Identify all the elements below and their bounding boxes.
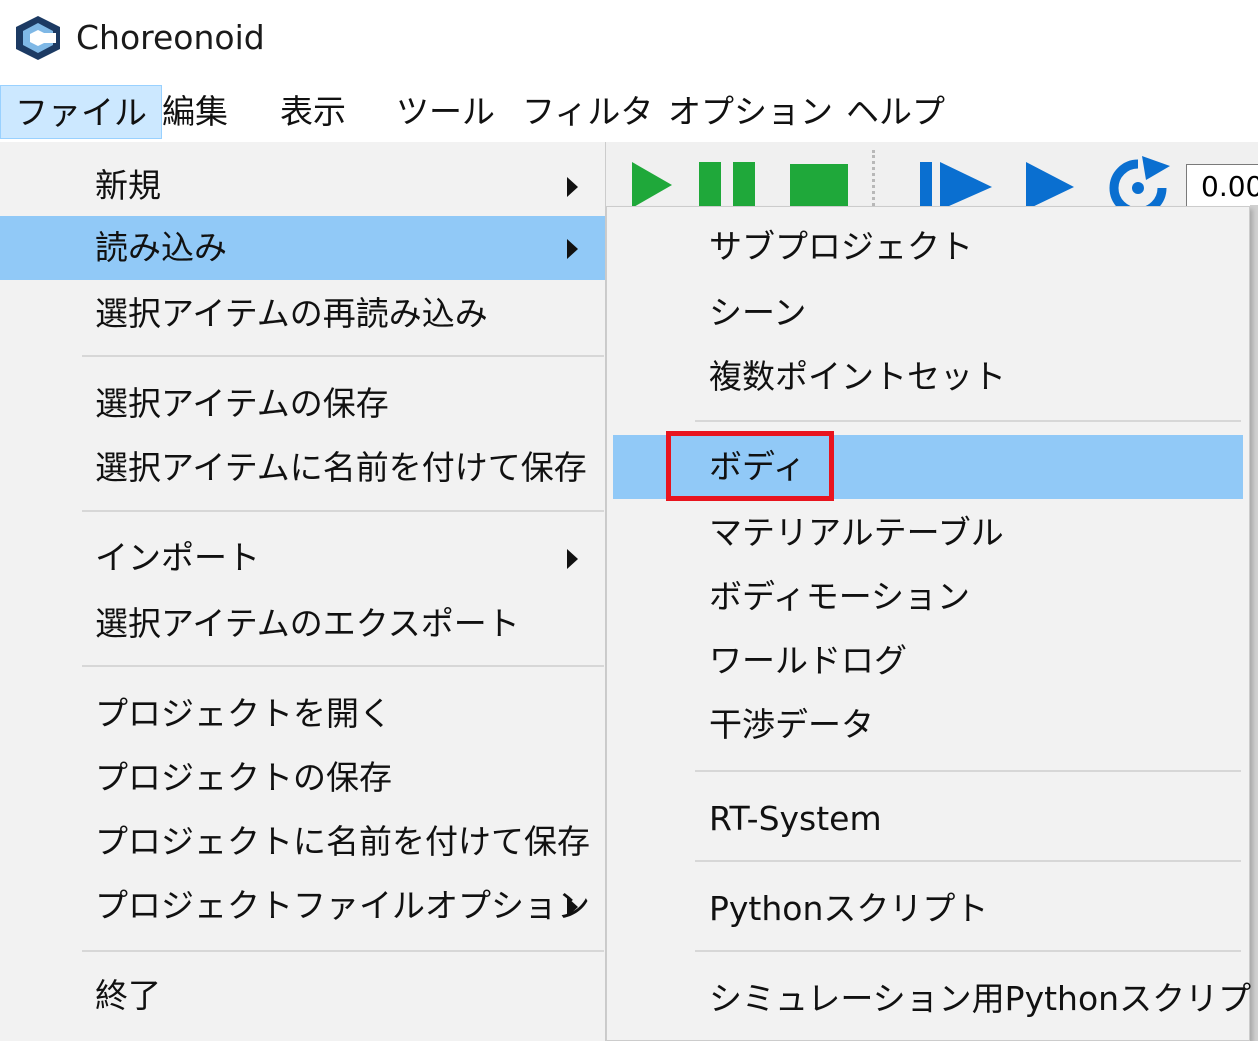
menu-item-label: 選択アイテムに名前を付けて保存	[95, 448, 587, 487]
stop-icon[interactable]	[788, 160, 850, 210]
submenu-arrow-icon	[567, 549, 578, 569]
menu-options[interactable]: オプション	[668, 85, 833, 139]
menu-item-label: RT-System	[709, 799, 882, 838]
submenu-item-world-log[interactable]: ワールドログ	[613, 629, 1243, 693]
time-input[interactable]: 0.00	[1186, 164, 1258, 210]
menu-item-label: シミュレーション用Pythonスクリプト	[709, 979, 1258, 1018]
submenu-arrow-icon	[567, 177, 578, 197]
menu-item-label: サブプロジェクト	[709, 227, 973, 266]
menu-item-label: シーン	[709, 293, 807, 332]
menu-item-save-selected[interactable]: 選択アイテムの保存	[0, 372, 605, 436]
menu-separator	[695, 770, 1241, 772]
menu-item-new[interactable]: 新規	[0, 154, 605, 218]
menu-item-project-file-options[interactable]: プロジェクトファイルオプション	[0, 874, 605, 938]
menu-item-label: インポート	[95, 538, 260, 577]
submenu-item-subproject[interactable]: サブプロジェクト	[613, 215, 1243, 279]
menu-item-save-project[interactable]: プロジェクトの保存	[0, 746, 605, 810]
pause-icon[interactable]	[697, 160, 757, 210]
window-edge	[1250, 205, 1258, 1041]
menu-filter[interactable]: フィルタ	[522, 85, 653, 139]
menu-separator	[695, 860, 1241, 862]
menu-file[interactable]: ファイル	[0, 85, 162, 139]
window-title: Choreonoid	[76, 18, 265, 57]
menu-item-label: プロジェクトに名前を付けて保存	[95, 822, 590, 861]
menu-item-label: プロジェクトを開く	[95, 694, 392, 733]
menu-item-label: 複数ポイントセット	[709, 357, 1006, 396]
file-menu-dropdown: 新規 読み込み 選択アイテムの再読み込み 選択アイテムの保存 選択アイテムに名前…	[0, 142, 606, 1041]
menu-item-label: マテリアルテーブル	[709, 513, 1004, 552]
menu-item-label: 選択アイテムの保存	[95, 384, 389, 423]
menu-item-label: 選択アイテムのエクスポート	[95, 604, 520, 643]
step-play-icon[interactable]	[918, 160, 994, 210]
annotation-highlight-box	[666, 431, 834, 501]
menu-separator	[695, 950, 1241, 952]
submenu-item-rt-system[interactable]: RT-System	[613, 787, 1243, 851]
menu-view[interactable]: 表示	[280, 85, 346, 139]
menu-item-label: 干渉データ	[709, 705, 874, 744]
load-submenu: サブプロジェクト シーン 複数ポイントセット ボディ マテリアルテーブル ボディ…	[606, 206, 1258, 1041]
menu-item-open-project[interactable]: プロジェクトを開く	[0, 682, 605, 746]
menu-separator	[695, 420, 1241, 422]
menu-help[interactable]: ヘルプ	[846, 85, 945, 139]
menu-item-label: 新規	[95, 166, 161, 205]
submenu-item-material-table[interactable]: マテリアルテーブル	[613, 501, 1243, 565]
menu-item-reload-selected[interactable]: 選択アイテムの再読み込み	[0, 282, 605, 346]
menu-item-label: 終了	[95, 976, 161, 1015]
menu-separator	[82, 355, 604, 357]
title-bar: Choreonoid	[0, 0, 1258, 80]
menu-separator	[82, 950, 604, 952]
choreonoid-logo-icon	[16, 16, 60, 60]
menu-tools[interactable]: ツール	[396, 85, 495, 139]
refresh-icon[interactable]	[1100, 156, 1176, 210]
menu-item-label: プロジェクトファイルオプション	[95, 886, 590, 925]
play-forward-icon[interactable]	[1024, 160, 1076, 210]
menu-item-label: ボディモーション	[709, 577, 971, 616]
menu-item-label: Pythonスクリプト	[709, 889, 989, 928]
menu-item-import[interactable]: インポート	[0, 526, 605, 590]
menu-item-save-selected-as[interactable]: 選択アイテムに名前を付けて保存	[0, 436, 605, 500]
menu-bar: ファイル 編集 表示 ツール フィルタ オプション ヘルプ	[0, 80, 1258, 142]
submenu-item-scene[interactable]: シーン	[613, 281, 1243, 345]
submenu-item-multi-point-set[interactable]: 複数ポイントセット	[613, 345, 1243, 409]
menu-item-export-selected[interactable]: 選択アイテムのエクスポート	[0, 592, 605, 656]
menu-item-label: 読み込み	[95, 228, 227, 267]
submenu-arrow-icon	[567, 897, 578, 917]
menu-edit[interactable]: 編集	[162, 85, 228, 139]
submenu-item-collision-data[interactable]: 干渉データ	[613, 693, 1243, 757]
menu-item-save-project-as[interactable]: プロジェクトに名前を付けて保存	[0, 810, 605, 874]
submenu-item-python-script[interactable]: Pythonスクリプト	[613, 877, 1243, 941]
menu-item-label: ワールドログ	[709, 641, 907, 680]
menu-separator	[82, 665, 604, 667]
menu-separator	[82, 510, 604, 512]
menu-item-exit[interactable]: 終了	[0, 964, 605, 1028]
menu-item-label: 選択アイテムの再読み込み	[95, 294, 488, 333]
menu-item-load[interactable]: 読み込み	[0, 216, 605, 280]
submenu-item-body-motion[interactable]: ボディモーション	[613, 565, 1243, 629]
menu-item-label: プロジェクトの保存	[95, 758, 392, 797]
toolbar-separator	[872, 150, 875, 206]
submenu-arrow-icon	[567, 239, 578, 259]
submenu-item-simulation-python-script[interactable]: シミュレーション用Pythonスクリプト	[613, 967, 1258, 1031]
play-icon[interactable]	[630, 160, 674, 210]
